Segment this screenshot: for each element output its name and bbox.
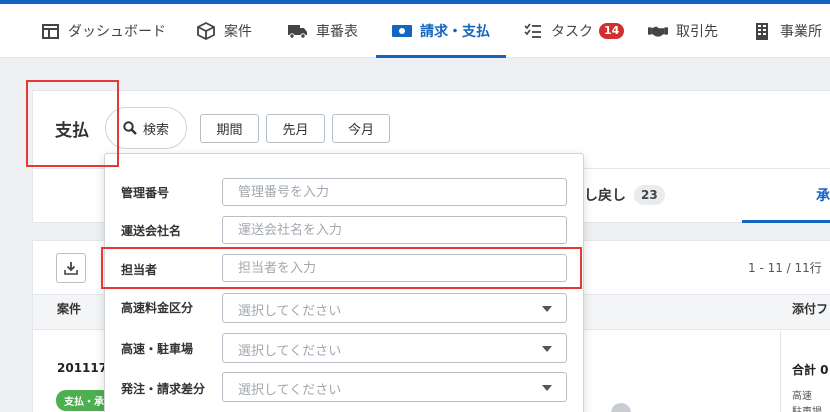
tab-approved[interactable]: 承 <box>742 169 830 223</box>
search-icon <box>123 121 137 135</box>
filter-label-order-billing-diff: 発注・請求差分 <box>121 382 206 396</box>
total-parking-label: 駐車場 <box>792 403 822 412</box>
nav-item-cases[interactable]: 案件 <box>196 4 252 58</box>
filter-label-highway-parking: 高速・駐車場 <box>121 342 194 356</box>
page-title: 支払 <box>55 121 89 141</box>
nav-label: 案件 <box>224 24 252 40</box>
period-button[interactable]: 期間 <box>200 114 259 143</box>
nav-label: 取引先 <box>676 24 718 40</box>
filter-label-toll-type: 高速料金区分 <box>121 301 194 315</box>
chevron-down-icon <box>542 346 552 352</box>
nav-item-billing-payment[interactable]: 請求・支払 <box>376 4 506 58</box>
last-month-button[interactable]: 先月 <box>266 114 325 143</box>
box-icon <box>196 21 216 41</box>
nav-label: タスク <box>551 24 593 40</box>
select-value: 選択してください <box>238 304 342 319</box>
column-header-case: 案件 <box>57 302 82 316</box>
order-billing-diff-select[interactable]: 選択してください <box>222 372 567 402</box>
returned-count-chip: 23 <box>634 185 665 205</box>
nav-item-clients[interactable]: 取引先 <box>648 4 718 58</box>
truck-icon <box>288 21 308 41</box>
search-button[interactable]: 検索 <box>105 107 187 149</box>
toll-type-select[interactable]: 選択してください <box>222 293 567 323</box>
filter-label-carrier: 運送会社名 <box>121 224 182 238</box>
dashboard-icon <box>40 21 60 41</box>
download-icon <box>64 262 78 275</box>
filter-label-staff: 担当者 <box>121 263 158 277</box>
nav-label: 事業所 <box>780 24 822 40</box>
tab-returned[interactable]: 差し戻し 23 <box>570 185 665 205</box>
staff-input[interactable] <box>222 254 567 282</box>
nav-item-offices[interactable]: 事業所 <box>752 4 822 58</box>
carrier-name-input[interactable] <box>222 216 567 244</box>
nav-label: ダッシュボード <box>68 24 166 40</box>
filter-label-management-number: 管理番号 <box>121 186 170 200</box>
search-button-label: 検索 <box>142 122 169 138</box>
column-header-attachment: 添付フ <box>792 302 829 316</box>
chevron-down-icon <box>542 306 552 312</box>
checklist-icon <box>523 21 543 41</box>
pagination-info: 1 - 11 / 11行 <box>748 261 822 275</box>
download-button[interactable] <box>56 253 86 283</box>
select-value: 選択してください <box>238 344 342 359</box>
select-value: 選択してください <box>238 383 342 398</box>
nav-item-dashboard[interactable]: ダッシュボード <box>40 4 166 58</box>
highway-parking-select[interactable]: 選択してください <box>222 333 567 363</box>
nav-item-tasks[interactable]: タスク 14 <box>523 4 625 58</box>
handshake-icon <box>648 21 668 41</box>
this-month-button[interactable]: 今月 <box>332 114 390 143</box>
task-count-badge: 14 <box>599 23 625 39</box>
top-navigation: ダッシュボード 案件 車番表 請求・支払 タスク 14 取引先 事業所 <box>0 4 830 58</box>
column-divider <box>780 331 781 412</box>
management-number-input[interactable] <box>222 178 567 206</box>
total-highway-label: 高速 <box>792 391 812 402</box>
nav-label: 請求・支払 <box>420 24 490 40</box>
nav-label: 車番表 <box>316 24 358 40</box>
total-label: 合計 0 <box>792 363 829 377</box>
nav-item-vehicle-list[interactable]: 車番表 <box>288 4 358 58</box>
building-icon <box>752 21 772 41</box>
money-icon <box>392 21 412 41</box>
chevron-down-icon <box>542 385 552 391</box>
